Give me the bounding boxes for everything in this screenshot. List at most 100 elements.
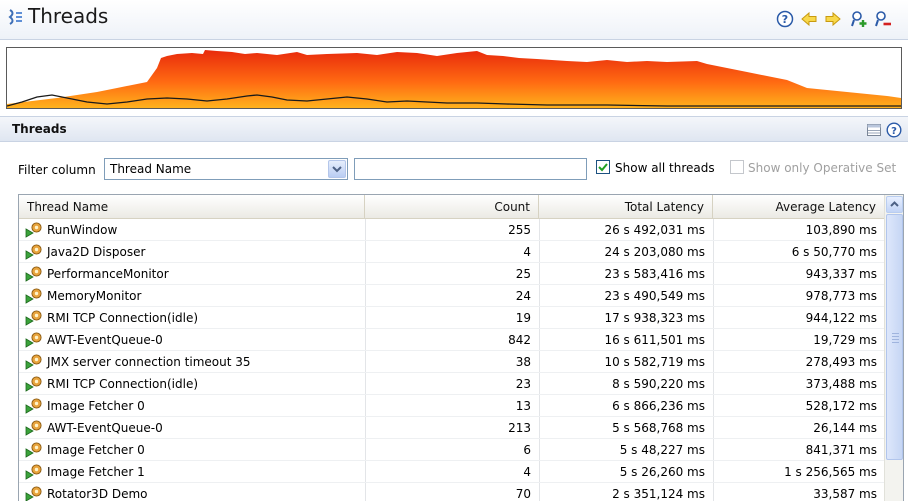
dropdown-arrow-icon[interactable] [328, 160, 346, 178]
cell-thread-name: MemoryMonitor [47, 289, 142, 303]
cell-average-latency: 373,488 ms [805, 377, 877, 391]
table-row[interactable]: RMI TCP Connection(idle) 19 17 s 938,323 m… [19, 307, 885, 329]
table-row[interactable]: Image Fetcher 1 4 5 s 26,260 ms 1 s 256,565… [19, 461, 885, 483]
cell-total-latency: 5 s 48,227 ms [619, 443, 705, 457]
table-body: RunWindow 255 26 s 492,031 ms 103,890 ms Jav… [19, 219, 885, 501]
cell-average-latency: 6 s 50,770 ms [791, 245, 877, 259]
scroll-thumb[interactable] [886, 214, 903, 460]
table-row[interactable]: PerformanceMonitor 25 23 s 583,416 ms 943,3… [19, 263, 885, 285]
threads-section-bar: Threads ? [0, 116, 908, 142]
cell-average-latency: 528,172 ms [805, 399, 877, 413]
column-header-average-latency[interactable]: Average Latency [713, 195, 885, 219]
cell-total-latency: 23 s 490,549 ms [604, 289, 705, 303]
threads-icon [8, 9, 22, 25]
add-user-icon[interactable] [850, 10, 868, 28]
cell-total-latency: 26 s 492,031 ms [604, 223, 705, 237]
cell-thread-name: AWT-EventQueue-0 [47, 421, 163, 435]
table-row[interactable]: Java2D Disposer 4 24 s 203,080 ms 6 s 50,77… [19, 241, 885, 263]
table-row[interactable]: Image Fetcher 0 13 6 s 866,236 ms 528,172 m… [19, 395, 885, 417]
cell-thread-name: Image Fetcher 0 [47, 443, 145, 457]
help-icon[interactable]: ? [886, 122, 902, 138]
cell-average-latency: 278,493 ms [805, 355, 877, 369]
table-row[interactable]: JMX server connection timeout 35 38 10 s 5… [19, 351, 885, 373]
activity-overview-chart[interactable] [6, 47, 902, 109]
scroll-up-button[interactable] [886, 196, 903, 213]
cell-thread-name: RMI TCP Connection(idle) [47, 311, 199, 325]
cell-count: 38 [515, 355, 531, 369]
svg-text:?: ? [891, 126, 897, 137]
cell-total-latency: 10 s 582,719 ms [604, 355, 705, 369]
checkmark-icon [598, 163, 608, 172]
back-icon[interactable] [800, 10, 818, 28]
cell-count: 25 [515, 267, 531, 281]
table-row[interactable]: Image Fetcher 0 6 5 s 48,227 ms 841,371 ms [19, 439, 885, 461]
show-all-threads-label[interactable]: Show all threads [615, 161, 715, 175]
page-title: Threads [28, 4, 109, 28]
activity-area [7, 50, 901, 108]
cell-count: 213 [508, 421, 531, 435]
cell-thread-name: Rotator3D Demo [47, 487, 148, 501]
cell-count: 842 [508, 333, 531, 347]
cell-average-latency: 978,773 ms [805, 289, 877, 303]
cell-count: 23 [515, 377, 531, 391]
cell-thread-name: RMI TCP Connection(idle) [47, 377, 199, 391]
show-operative-set-label[interactable]: Show only Operative Set [748, 161, 896, 175]
cell-count: 70 [515, 487, 531, 501]
cell-count: 13 [515, 399, 531, 413]
filter-column-select[interactable]: Thread Name [104, 158, 348, 180]
threads-table: Thread Name Count Total Latency Average … [18, 194, 904, 501]
show-operative-set-checkbox[interactable] [730, 160, 744, 174]
forward-icon[interactable] [824, 10, 842, 28]
show-all-threads-checkbox[interactable] [596, 160, 610, 174]
cell-average-latency: 944,122 ms [805, 311, 877, 325]
cell-total-latency: 16 s 611,501 ms [604, 333, 705, 347]
cell-count: 24 [515, 289, 531, 303]
table-row[interactable]: MemoryMonitor 24 23 s 490,549 ms 978,773 ms [19, 285, 885, 307]
cell-count: 6 [523, 443, 531, 457]
table-view-icon[interactable] [866, 122, 882, 138]
cell-total-latency: 24 s 203,080 ms [604, 245, 705, 259]
filter-column-value: Thread Name [110, 162, 192, 176]
cell-average-latency: 841,371 ms [805, 443, 877, 457]
cell-count: 4 [523, 245, 531, 259]
cell-count: 255 [508, 223, 531, 237]
cell-total-latency: 2 s 351,124 ms [612, 487, 705, 501]
cell-average-latency: 26,144 ms [813, 421, 877, 435]
help-icon[interactable]: ? [776, 10, 794, 28]
cell-total-latency: 6 s 866,236 ms [612, 399, 705, 413]
view-header: Threads ? [0, 0, 908, 40]
table-header: Thread Name Count Total Latency Average … [19, 195, 885, 219]
cell-thread-name: Java2D Disposer [47, 245, 146, 259]
svg-text:?: ? [782, 13, 788, 26]
cell-thread-name: AWT-EventQueue-0 [47, 333, 163, 347]
column-header-count[interactable]: Count [365, 195, 539, 219]
filter-text-input[interactable] [354, 158, 587, 180]
cell-average-latency: 943,337 ms [805, 267, 877, 281]
table-row[interactable]: RMI TCP Connection(idle) 23 8 s 590,220 ms… [19, 373, 885, 395]
cell-average-latency: 19,729 ms [813, 333, 877, 347]
cell-thread-name: RunWindow [47, 223, 118, 237]
cell-count: 19 [515, 311, 531, 325]
filter-column-label: Filter column [18, 163, 96, 177]
cell-average-latency: 1 s 256,565 ms [784, 465, 877, 479]
table-row[interactable]: Rotator3D Demo 70 2 s 351,124 ms 33,587 ms [19, 483, 885, 501]
cell-total-latency: 5 s 568,768 ms [612, 421, 705, 435]
table-row[interactable]: RunWindow 255 26 s 492,031 ms 103,890 ms [19, 219, 885, 241]
remove-user-icon[interactable] [874, 10, 892, 28]
cell-thread-name: JMX server connection timeout 35 [47, 355, 251, 369]
section-title: Threads [12, 122, 67, 136]
cell-total-latency: 8 s 590,220 ms [612, 377, 705, 391]
column-header-thread-name[interactable]: Thread Name [19, 195, 365, 219]
cell-thread-name: Image Fetcher 0 [47, 399, 145, 413]
vertical-scrollbar[interactable] [884, 195, 903, 501]
cell-thread-name: PerformanceMonitor [47, 267, 169, 281]
table-row[interactable]: AWT-EventQueue-0 842 16 s 611,501 ms 19,729… [19, 329, 885, 351]
cell-average-latency: 103,890 ms [805, 223, 877, 237]
cell-total-latency: 23 s 583,416 ms [604, 267, 705, 281]
cell-total-latency: 5 s 26,260 ms [619, 465, 705, 479]
cell-total-latency: 17 s 938,323 ms [604, 311, 705, 325]
cell-thread-name: Image Fetcher 1 [47, 465, 145, 479]
table-row[interactable]: AWT-EventQueue-0 213 5 s 568,768 ms 26,144 … [19, 417, 885, 439]
column-header-total-latency[interactable]: Total Latency [539, 195, 713, 219]
cell-count: 4 [523, 465, 531, 479]
